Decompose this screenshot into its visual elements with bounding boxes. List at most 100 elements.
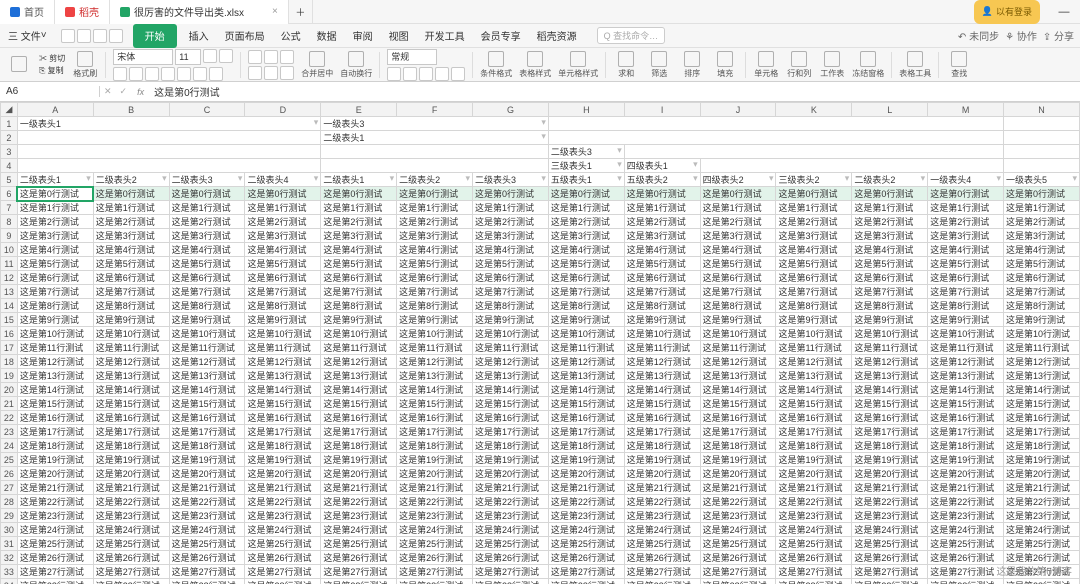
grid-cell[interactable]: 这是第9行测试 bbox=[1004, 313, 1080, 327]
grid-cell[interactable]: 这是第3行测试 bbox=[169, 229, 245, 243]
grid-cell[interactable]: 这是第21行测试 bbox=[548, 481, 624, 495]
grid-cell[interactable]: 这是第18行测试 bbox=[473, 439, 549, 453]
grid-cell[interactable]: 这是第14行测试 bbox=[245, 383, 321, 397]
grid-cell[interactable]: 这是第20行测试 bbox=[852, 467, 928, 481]
grid-cell[interactable]: 这是第12行测试 bbox=[852, 355, 928, 369]
grid-cell[interactable]: 这是第2行测试 bbox=[776, 215, 852, 229]
row-header[interactable]: 11 bbox=[1, 257, 18, 271]
format-brush[interactable]: 格式刷 bbox=[72, 51, 98, 79]
grid-cell[interactable]: 这是第14行测试 bbox=[321, 383, 397, 397]
grid-cell[interactable]: 这是第11行测试 bbox=[17, 341, 93, 355]
row-header[interactable]: 9 bbox=[1, 229, 18, 243]
grid-cell[interactable]: 这是第23行测试 bbox=[624, 509, 700, 523]
grid-cell[interactable]: 这是第5行测试 bbox=[928, 257, 1004, 271]
fx-cancel[interactable]: ✕ bbox=[100, 86, 116, 97]
grid-cell[interactable]: 这是第0行测试 bbox=[852, 187, 928, 201]
menu-formula[interactable]: 公式 bbox=[273, 24, 309, 48]
grid-cell[interactable]: 这是第1行测试 bbox=[245, 201, 321, 215]
grid-cell[interactable]: 这是第28行测试 bbox=[17, 579, 93, 584]
grid-cell[interactable]: 二级表头1 ▾ bbox=[321, 173, 397, 187]
row-header[interactable]: 12 bbox=[1, 271, 18, 285]
grid-cell[interactable]: 这是第23行测试 bbox=[700, 509, 776, 523]
align-top[interactable] bbox=[248, 50, 262, 64]
grid-cell[interactable]: 这是第8行测试 bbox=[245, 299, 321, 313]
row-header[interactable]: 28 bbox=[1, 495, 18, 509]
row-header[interactable]: 8 bbox=[1, 215, 18, 229]
grid-cell[interactable]: 这是第6行测试 bbox=[473, 271, 549, 285]
grid-cell[interactable]: 这是第22行测试 bbox=[1004, 495, 1080, 509]
grid-cell[interactable]: 这是第24行测试 bbox=[169, 523, 245, 537]
grid-cell[interactable]: 这是第12行测试 bbox=[928, 355, 1004, 369]
grid-cell[interactable]: 这是第11行测试 bbox=[852, 341, 928, 355]
grid-cell[interactable]: 这是第1行测试 bbox=[548, 201, 624, 215]
grid-cell[interactable]: 这是第12行测试 bbox=[169, 355, 245, 369]
grid-cell[interactable]: 这是第12行测试 bbox=[700, 355, 776, 369]
grid-cell[interactable]: 这是第5行测试 bbox=[245, 257, 321, 271]
grid-cell[interactable]: 这是第19行测试 bbox=[548, 453, 624, 467]
grid-cell[interactable]: 这是第15行测试 bbox=[548, 397, 624, 411]
align-bot[interactable] bbox=[280, 50, 294, 64]
row-header[interactable]: 16 bbox=[1, 327, 18, 341]
grid-cell[interactable]: 这是第10行测试 bbox=[245, 327, 321, 341]
grid-cell[interactable]: 这是第0行测试 bbox=[1004, 187, 1080, 201]
grid-cell[interactable]: 这是第5行测试 bbox=[321, 257, 397, 271]
grid-cell[interactable]: 这是第26行测试 bbox=[245, 551, 321, 565]
grid-cell[interactable]: 这是第15行测试 bbox=[1004, 397, 1080, 411]
grid-cell[interactable]: 这是第4行测试 bbox=[169, 243, 245, 257]
grid-cell[interactable]: 这是第22行测试 bbox=[624, 495, 700, 509]
grid-cell[interactable]: 二级表头1 ▾ bbox=[17, 173, 93, 187]
grid-cell[interactable]: 这是第9行测试 bbox=[169, 313, 245, 327]
grid-cell[interactable]: 这是第7行测试 bbox=[776, 285, 852, 299]
grid-cell[interactable]: 这是第21行测试 bbox=[624, 481, 700, 495]
sheet-area[interactable]: ◢ABCDEFGHIJKLMN1一级表头1 ▾一级表头3 ▾ 2 二级表头1 ▾… bbox=[0, 102, 1080, 584]
grid-cell[interactable]: 这是第4行测试 bbox=[321, 243, 397, 257]
grid-cell[interactable]: 这是第25行测试 bbox=[548, 537, 624, 551]
grid-cell[interactable]: 这是第16行测试 bbox=[852, 411, 928, 425]
grid-cell[interactable]: 这是第15行测试 bbox=[93, 397, 169, 411]
sync-status[interactable]: ↶ 未同步 bbox=[958, 28, 999, 43]
grid-cell[interactable]: 这是第17行测试 bbox=[1004, 425, 1080, 439]
grid-cell[interactable]: 这是第2行测试 bbox=[169, 215, 245, 229]
grid-cell[interactable]: 这是第17行测试 bbox=[321, 425, 397, 439]
grid-cell[interactable]: 这是第6行测试 bbox=[321, 271, 397, 285]
redo-icon[interactable] bbox=[109, 29, 123, 43]
grid-cell[interactable]: 这是第16行测试 bbox=[473, 411, 549, 425]
row-header[interactable]: 1 bbox=[1, 117, 18, 131]
grid-cell[interactable]: 这是第8行测试 bbox=[1004, 299, 1080, 313]
menu-dev[interactable]: 开发工具 bbox=[417, 24, 473, 48]
grid-cell[interactable]: 这是第23行测试 bbox=[321, 509, 397, 523]
grid-cell[interactable]: 这是第12行测试 bbox=[473, 355, 549, 369]
grid-cell[interactable]: 这是第2行测试 bbox=[321, 215, 397, 229]
grid-cell[interactable]: 这是第14行测试 bbox=[852, 383, 928, 397]
cell-style[interactable]: 单元格样式 bbox=[558, 51, 598, 79]
grid-cell[interactable]: 这是第10行测试 bbox=[852, 327, 928, 341]
grid-cell[interactable]: 这是第4行测试 bbox=[624, 243, 700, 257]
grid-cell[interactable]: 这是第25行测试 bbox=[852, 537, 928, 551]
row-header[interactable]: 31 bbox=[1, 537, 18, 551]
grid-cell[interactable] bbox=[17, 131, 320, 145]
row-header[interactable]: 29 bbox=[1, 509, 18, 523]
fill-color-button[interactable] bbox=[193, 67, 207, 81]
grid-cell[interactable]: 这是第23行测试 bbox=[93, 509, 169, 523]
grid-cell[interactable]: 这是第19行测试 bbox=[321, 453, 397, 467]
name-box[interactable]: A6 bbox=[0, 86, 100, 97]
grid-cell[interactable]: 这是第27行测试 bbox=[17, 565, 93, 579]
row-header[interactable]: 13 bbox=[1, 285, 18, 299]
grid-cell[interactable]: 这是第9行测试 bbox=[624, 313, 700, 327]
grid-cell[interactable]: 这是第7行测试 bbox=[321, 285, 397, 299]
grid-cell[interactable]: 这是第24行测试 bbox=[548, 523, 624, 537]
grid-cell[interactable]: 这是第8行测试 bbox=[852, 299, 928, 313]
grid-cell[interactable]: 这是第5行测试 bbox=[1004, 257, 1080, 271]
grid-cell[interactable]: 这是第17行测试 bbox=[245, 425, 321, 439]
grid-cell[interactable]: 这是第10行测试 bbox=[624, 327, 700, 341]
grid-cell[interactable]: 这是第10行测试 bbox=[93, 327, 169, 341]
window-minimize[interactable]: — bbox=[1048, 0, 1080, 24]
col-header[interactable]: H bbox=[548, 103, 624, 117]
grid-cell[interactable]: 这是第13行测试 bbox=[473, 369, 549, 383]
grid-cell[interactable]: 这是第9行测试 bbox=[700, 313, 776, 327]
grid-cell[interactable]: 这是第16行测试 bbox=[548, 411, 624, 425]
grid-cell[interactable]: 这是第25行测试 bbox=[321, 537, 397, 551]
grid-cell[interactable]: 这是第19行测试 bbox=[169, 453, 245, 467]
grid-cell[interactable]: 这是第5行测试 bbox=[17, 257, 93, 271]
grid-cell[interactable]: 这是第17行测试 bbox=[776, 425, 852, 439]
